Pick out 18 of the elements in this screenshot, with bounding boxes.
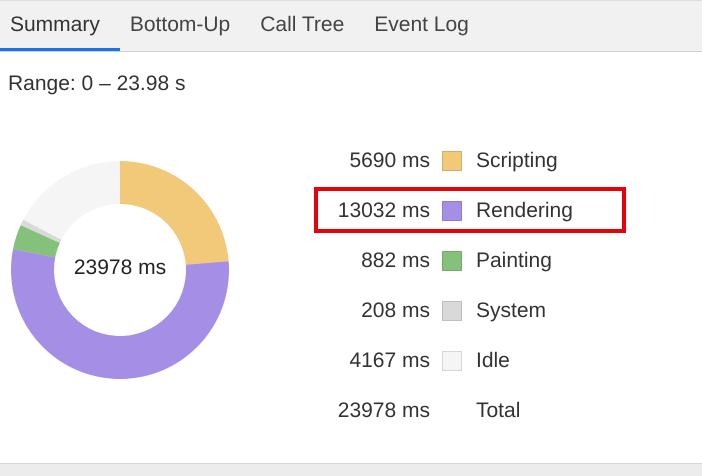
time-value: 882 ms xyxy=(360,249,430,273)
category-label: System xyxy=(476,299,548,323)
range-label: Range: 0 – 23.98 s xyxy=(7,71,186,96)
category-label: Rendering xyxy=(476,199,573,223)
time-value: 4167 ms xyxy=(348,349,430,373)
tab[interactable]: Bottom-Up xyxy=(120,1,250,51)
time-value: 208 ms xyxy=(360,299,430,323)
tab[interactable]: Call Tree xyxy=(250,1,364,51)
tab[interactable]: Summary xyxy=(0,1,120,51)
tab[interactable]: Event Log xyxy=(364,1,489,51)
time-value: 5690 ms xyxy=(348,149,430,173)
total-time-label: 23978 ms xyxy=(72,256,168,280)
time-value: 13032 ms xyxy=(336,199,430,223)
category-label: Idle xyxy=(476,349,511,373)
time-value: 23978 ms xyxy=(336,399,430,423)
category-label: Painting xyxy=(476,249,553,273)
category-label: Total xyxy=(476,399,522,423)
category-label: Scripting xyxy=(476,149,559,173)
